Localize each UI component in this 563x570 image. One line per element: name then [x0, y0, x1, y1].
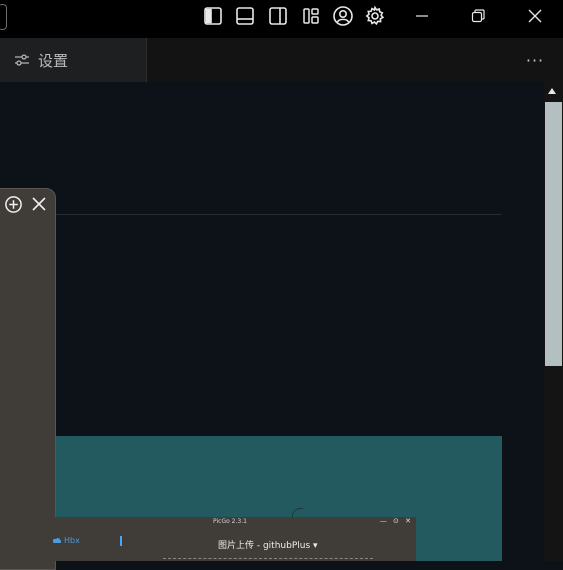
scroll-up-arrow-icon[interactable] [548, 88, 556, 94]
restore-icon[interactable] [465, 4, 491, 28]
tab-settings-label: 设置 [38, 51, 69, 70]
menu-edge[interactable] [0, 4, 7, 30]
settings-sliders-icon [15, 54, 29, 66]
inner-side-item: Hbx [53, 536, 80, 545]
toggle-secondary-sidebar-icon[interactable] [265, 4, 291, 28]
more-actions-icon[interactable]: ··· [523, 50, 547, 70]
cloud-icon [53, 538, 61, 543]
title-bar [0, 0, 563, 38]
divider [53, 214, 502, 215]
add-circle-icon[interactable] [3, 194, 23, 214]
inner-upload-title: 图片上传 - githubPlus ▾ [218, 541, 318, 551]
manage-gear-icon[interactable] [362, 4, 388, 28]
scrollbar-thumb[interactable] [545, 102, 562, 366]
account-icon[interactable] [330, 4, 356, 28]
minimize-icon[interactable] [409, 4, 435, 28]
editor-tab-bar: 设置 ··· [0, 38, 563, 82]
inner-window-controls: — ⊙ ✕ [379, 517, 413, 525]
picgo-window-screenshot: PicGo 2.3.1 — ⊙ ✕ Hbx 图片上传 - githubPlus … [53, 517, 416, 561]
close-icon[interactable] [522, 4, 548, 28]
customize-layout-icon[interactable] [298, 4, 324, 28]
inner-dropzone-edge [163, 558, 373, 562]
close-panel-icon[interactable] [29, 194, 49, 214]
tab-settings[interactable]: 设置 [0, 38, 147, 82]
toggle-primary-sidebar-icon[interactable] [200, 4, 226, 28]
floating-panel [0, 188, 56, 570]
inner-active-indicator [120, 536, 122, 546]
toggle-panel-icon[interactable] [232, 4, 258, 28]
inner-window-title: PicGo 2.3.1 [213, 518, 247, 525]
